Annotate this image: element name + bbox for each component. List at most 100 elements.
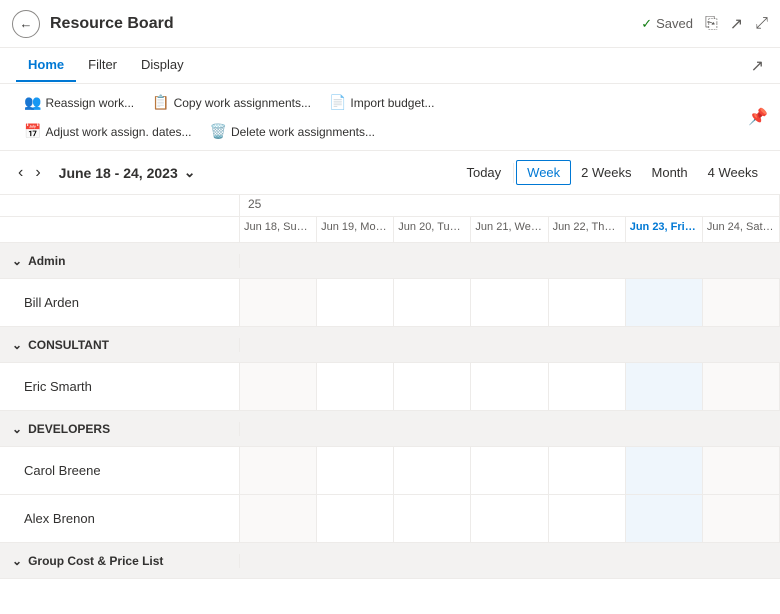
bookmark-icon[interactable]: ⎘	[705, 15, 718, 33]
resource-label: Eric Smarth	[0, 363, 240, 410]
chevron-down-icon-consultant[interactable]: ⌄	[12, 338, 22, 352]
day-cell[interactable]	[471, 447, 548, 494]
chevron-down-icon-cost-price[interactable]: ⌄	[12, 554, 22, 568]
day-cell-today[interactable]	[626, 495, 703, 542]
day-cell[interactable]	[317, 363, 394, 410]
toolbar-row-2: 📅 Adjust work assign. dates... 🗑️ Delete…	[16, 119, 442, 144]
calendar-header: ‹ › June 18 - 24, 2023 ⌄ Today Week 2 We…	[0, 151, 780, 195]
ribbon-toolbar: 👥 Reassign work... 📋 Copy work assignmen…	[0, 84, 780, 151]
calendar-grid: 25 Jun 18, Sund... Jun 19, Mon... Jun 20…	[0, 195, 780, 579]
day-header-mon: Jun 19, Mon...	[317, 217, 394, 242]
day-cell[interactable]	[394, 495, 471, 542]
day-cell[interactable]	[703, 363, 780, 410]
group-label-consultant: ⌄ CONSULTANT	[0, 338, 240, 352]
title-bar-actions: ✓ Saved ⎘ ↗ ⤢	[641, 14, 768, 34]
day-cell[interactable]	[549, 447, 626, 494]
resource-label: Carol Breene	[0, 447, 240, 494]
adjust-label: Adjust work assign. dates...	[45, 125, 191, 139]
day-cell-today[interactable]	[626, 363, 703, 410]
resource-cells	[240, 279, 780, 326]
resource-row-carol-breene: Carol Breene	[0, 447, 780, 495]
date-range-button[interactable]: June 18 - 24, 2023 ⌄	[51, 160, 204, 185]
day-header-row: Jun 18, Sund... Jun 19, Mon... Jun 20, T…	[0, 217, 780, 243]
day-cell[interactable]	[240, 447, 317, 494]
resource-cells	[240, 495, 780, 542]
day-cell[interactable]	[471, 279, 548, 326]
view-week-button[interactable]: Week	[516, 160, 571, 185]
day-cell[interactable]	[240, 279, 317, 326]
delete-assignments-button[interactable]: 🗑️ Delete work assignments...	[202, 119, 384, 144]
page-title: Resource Board	[50, 15, 641, 33]
toolbar-row-1: 👥 Reassign work... 📋 Copy work assignmen…	[16, 90, 442, 115]
day-header-spacer	[0, 217, 240, 242]
day-cell[interactable]	[703, 447, 780, 494]
share-icon[interactable]: ↗	[730, 14, 743, 34]
day-cell[interactable]	[394, 279, 471, 326]
back-button[interactable]: ←	[12, 10, 40, 38]
delete-label: Delete work assignments...	[231, 125, 375, 139]
next-arrow[interactable]: ›	[29, 160, 46, 186]
group-row-consultant: ⌄ CONSULTANT	[0, 327, 780, 363]
day-cell[interactable]	[471, 363, 548, 410]
tab-display[interactable]: Display	[129, 49, 196, 82]
reassign-work-button[interactable]: 👥 Reassign work...	[16, 90, 142, 115]
group-label-admin: ⌄ Admin	[0, 254, 240, 268]
day-cell[interactable]	[317, 495, 394, 542]
import-label: Import budget...	[350, 96, 434, 110]
expand-icon[interactable]: ⤢	[755, 15, 768, 33]
day-cell[interactable]	[317, 447, 394, 494]
resource-cells	[240, 363, 780, 410]
day-cell-today[interactable]	[626, 279, 703, 326]
view-today-button[interactable]: Today	[456, 161, 511, 184]
view-4weeks-button[interactable]: 4 Weeks	[698, 161, 768, 184]
day-cell[interactable]	[471, 495, 548, 542]
view-toggle: Today Week 2 Weeks Month 4 Weeks	[456, 160, 768, 185]
chevron-down-icon-developers[interactable]: ⌄	[12, 422, 22, 436]
group-row-cost-price: ⌄ Group Cost & Price List	[0, 543, 780, 579]
delete-icon: 🗑️	[210, 123, 227, 140]
tab-home[interactable]: Home	[16, 49, 76, 82]
resource-cells	[240, 447, 780, 494]
day-cell[interactable]	[549, 363, 626, 410]
day-header-wed: Jun 21, Wed...	[471, 217, 548, 242]
copy-work-button[interactable]: 📋 Copy work assignments...	[144, 90, 319, 115]
day-cell[interactable]	[394, 363, 471, 410]
copy-icon: 📋	[152, 94, 169, 111]
view-separator-1	[513, 163, 514, 183]
day-cell[interactable]	[703, 495, 780, 542]
week-number: 25	[240, 195, 780, 216]
resource-row-eric-smarth: Eric Smarth	[0, 363, 780, 411]
prev-arrow[interactable]: ‹	[12, 160, 29, 186]
adjust-dates-button[interactable]: 📅 Adjust work assign. dates...	[16, 119, 200, 144]
day-header-fri: Jun 23, Friday	[626, 217, 703, 242]
ribbon-nav: Home Filter Display ↗	[0, 48, 780, 84]
calendar-body: ⌄ Admin Bill Arden	[0, 243, 780, 579]
ribbon-share-icon[interactable]: ↗	[751, 56, 764, 76]
day-cell[interactable]	[240, 495, 317, 542]
group-row-admin: ⌄ Admin	[0, 243, 780, 279]
day-header-sat: Jun 24, Satu...	[703, 217, 780, 242]
view-2weeks-button[interactable]: 2 Weeks	[571, 161, 641, 184]
chevron-down-icon: ⌄	[184, 164, 196, 181]
resource-label: Alex Brenon	[0, 495, 240, 542]
saved-text: Saved	[656, 16, 693, 31]
resource-label: Bill Arden	[0, 279, 240, 326]
chevron-down-icon-admin[interactable]: ⌄	[12, 254, 22, 268]
day-cell[interactable]	[703, 279, 780, 326]
view-month-button[interactable]: Month	[642, 161, 698, 184]
day-cell[interactable]	[240, 363, 317, 410]
day-header-tue: Jun 20, Tues...	[394, 217, 471, 242]
tab-filter[interactable]: Filter	[76, 49, 129, 82]
pin-icon[interactable]: 📌	[748, 107, 768, 127]
day-cell-today[interactable]	[626, 447, 703, 494]
resource-row-alex-brenon: Alex Brenon	[0, 495, 780, 543]
day-cell[interactable]	[317, 279, 394, 326]
import-budget-button[interactable]: 📄 Import budget...	[321, 90, 442, 115]
copy-label: Copy work assignments...	[174, 96, 311, 110]
label-cell-spacer	[0, 195, 240, 216]
saved-status: ✓ Saved	[641, 16, 693, 32]
reassign-label: Reassign work...	[45, 96, 134, 110]
day-cell[interactable]	[549, 279, 626, 326]
day-cell[interactable]	[394, 447, 471, 494]
day-cell[interactable]	[549, 495, 626, 542]
